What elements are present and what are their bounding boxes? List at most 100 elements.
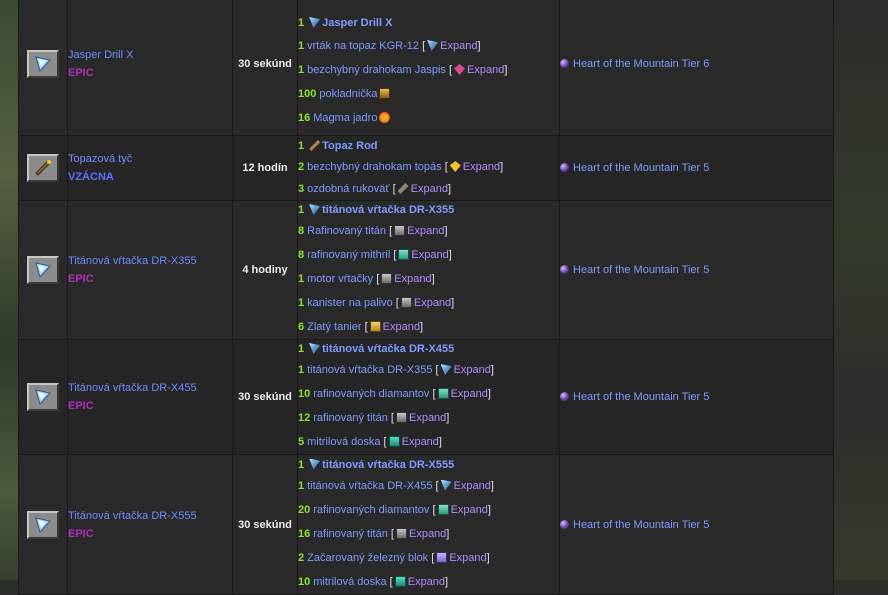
forge-time: 30 sekúnd	[232, 454, 298, 595]
result-line: 1 titánová vŕtačka DR-X355	[298, 204, 455, 216]
rarity-label: EPIC	[68, 273, 94, 285]
result-link[interactable]: Jasper Drill X	[322, 17, 392, 29]
handle-icon	[397, 183, 409, 194]
block-icon	[400, 297, 412, 308]
expand-link[interactable]: Expand	[407, 225, 444, 237]
requirement-link[interactable]: Heart of the Mountain Tier 6	[573, 58, 709, 70]
drill-icon	[440, 364, 452, 375]
item-image-cell	[18, 0, 68, 136]
expand-link[interactable]: Expand	[409, 412, 446, 424]
drill-icon	[309, 343, 321, 354]
expand-link[interactable]: Expand	[402, 436, 439, 448]
result-line: 1 titánová vŕtačka DR-X555	[298, 458, 455, 471]
requirement-link[interactable]: Heart of the Mountain Tier 5	[573, 391, 709, 403]
ingredient-link[interactable]: Začarovaný železný blok	[307, 552, 428, 564]
table-row: Titánová vŕtačka DR-X455 EPIC 30 sekúnd …	[18, 339, 834, 455]
ingredients-cell: 1 titánová vŕtačka DR-X355 8 Rafinovaný ti…	[297, 200, 560, 340]
ingredient-link[interactable]: motor vŕtačky	[307, 273, 373, 285]
item-image-cell	[18, 454, 68, 595]
block-icon	[369, 321, 381, 332]
ingredient-link[interactable]: rafinovaný titán	[313, 528, 388, 540]
rarity-label: EPIC	[68, 527, 94, 540]
item-name-cell: Titánová vŕtačka DR-X555 EPIC	[67, 454, 233, 595]
ingredient-link[interactable]: mitrilová doska	[313, 576, 386, 588]
item-image-cell	[18, 200, 68, 340]
ingredient-link[interactable]: titánová vŕtačka DR-X355	[307, 364, 432, 376]
item-name-link[interactable]: Topazová tyč	[68, 150, 232, 168]
drill-icon[interactable]	[27, 383, 59, 411]
gem-icon	[449, 161, 461, 172]
expand-link[interactable]: Expand	[463, 161, 500, 173]
expand-link[interactable]: Expand	[451, 504, 488, 516]
expand-link[interactable]: Expand	[449, 552, 486, 564]
expand-link[interactable]: Expand	[383, 321, 420, 333]
ingredient-link[interactable]: ozdobná rukoväť	[307, 183, 389, 195]
drill-icon[interactable]	[27, 510, 59, 539]
expand-link[interactable]: Expand	[454, 480, 491, 492]
rarity-label: VZÁCNA	[68, 171, 114, 183]
ingredient-line: 12 rafinovaný titán [Expand]	[298, 412, 450, 424]
expand-link[interactable]: Expand	[451, 388, 488, 400]
ingredient-line: 3 ozdobná rukoväť [Expand]	[298, 183, 452, 195]
forge-time: 4 hodiny	[232, 200, 298, 340]
ingredient-line: 2 bezchybný drahokam topás [Expand]	[298, 161, 504, 173]
forge-recipes-table: Jasper Drill X EPIC 30 sekúnd 1 Jasper Dr…	[18, 0, 834, 595]
item-name-link[interactable]: Titánová vŕtačka DR-X555	[68, 507, 232, 525]
ingredient-line: 1 titánová vŕtačka DR-X355 [Expand]	[298, 364, 494, 376]
requirement-cell: Heart of the Mountain Tier 5	[559, 339, 834, 455]
expand-link[interactable]: Expand	[454, 364, 491, 376]
item-image-cell	[18, 135, 68, 201]
item-name-link[interactable]: Jasper Drill X	[68, 46, 232, 64]
requirement-link[interactable]: Heart of the Mountain Tier 5	[573, 519, 709, 531]
table-row: Titánová vŕtačka DR-X555 EPIC 30 sekúnd …	[18, 454, 834, 595]
ingredient-link[interactable]: kanister na palivo	[307, 297, 393, 309]
block-icon	[394, 225, 406, 236]
item-name-link[interactable]: Titánová vŕtačka DR-X355	[68, 252, 232, 270]
ingredient-link[interactable]: titánová vŕtačka DR-X455	[307, 480, 432, 492]
expand-link[interactable]: Expand	[467, 64, 504, 76]
forge-time: 12 hodín	[232, 135, 298, 201]
ingredient-link[interactable]: pokladnička	[319, 88, 377, 100]
drill-icon	[440, 479, 452, 491]
ingredient-link[interactable]: rafinovaný mithril	[307, 249, 390, 261]
ingredient-link[interactable]: rafinovaný titán	[313, 412, 388, 424]
result-link[interactable]: titánová vŕtačka DR-X555	[322, 459, 454, 471]
requirement-link[interactable]: Heart of the Mountain Tier 5	[573, 162, 709, 174]
expand-link[interactable]: Expand	[408, 576, 445, 588]
rod-icon[interactable]	[27, 154, 59, 182]
ingredients-cell: 1 titánová vŕtačka DR-X455 1 titánová vŕta…	[297, 339, 560, 455]
expand-link[interactable]: Expand	[394, 273, 431, 285]
ingredients-cell: 1 Topaz Rod 2 bezchybný drahokam topás [Ex…	[297, 135, 560, 201]
ingredient-link[interactable]: rafinovaných diamantov	[313, 504, 429, 516]
result-line: 1 titánová vŕtačka DR-X455	[298, 343, 455, 355]
expand-link[interactable]: Expand	[409, 528, 446, 540]
ingredient-line: 1 bezchybný drahokam Jaspis [Expand]	[298, 64, 508, 76]
result-link[interactable]: Topaz Rod	[322, 140, 377, 152]
ingredient-link[interactable]: vrták na topaz KGR-12	[307, 40, 419, 52]
table-row: Titánová vŕtačka DR-X355 EPIC 4 hodiny 1…	[18, 200, 834, 340]
ingredient-link[interactable]: mitrilová doska	[307, 436, 380, 448]
ingredients-cell: 1 titánová vŕtačka DR-X555 1 titánová vŕta…	[297, 454, 560, 595]
result-link[interactable]: titánová vŕtačka DR-X355	[322, 204, 454, 216]
drill-icon[interactable]	[27, 256, 59, 284]
ingredient-line: 16 rafinovaný titán [Expand]	[298, 527, 450, 540]
ingredient-line: 16 Magma jadro	[298, 106, 559, 130]
block-icon	[395, 527, 407, 539]
table-row: Jasper Drill X EPIC 30 sekúnd 1 Jasper Dr…	[18, 0, 834, 136]
block-icon	[437, 503, 449, 515]
item-name-link[interactable]: Titánová vŕtačka DR-X455	[68, 379, 232, 397]
requirement-link[interactable]: Heart of the Mountain Tier 5	[573, 264, 709, 276]
expand-link[interactable]: Expand	[440, 40, 477, 52]
ingredient-link[interactable]: bezchybný drahokam topás	[307, 161, 442, 173]
ingredient-link[interactable]: Rafinovaný titán	[307, 225, 386, 237]
ingredient-link[interactable]: bezchybný drahokam Jaspis	[307, 64, 446, 76]
ingredient-link[interactable]: rafinovaných diamantov	[313, 388, 429, 400]
expand-link[interactable]: Expand	[411, 183, 448, 195]
expand-link[interactable]: Expand	[414, 297, 451, 309]
ingredient-link[interactable]: Zlatý tanier	[307, 321, 361, 333]
expand-link[interactable]: Expand	[411, 249, 448, 261]
block-icon	[395, 412, 407, 423]
result-link[interactable]: titánová vŕtačka DR-X455	[322, 343, 454, 355]
drill-icon[interactable]	[27, 50, 59, 78]
ingredient-link[interactable]: Magma jadro	[313, 112, 377, 124]
